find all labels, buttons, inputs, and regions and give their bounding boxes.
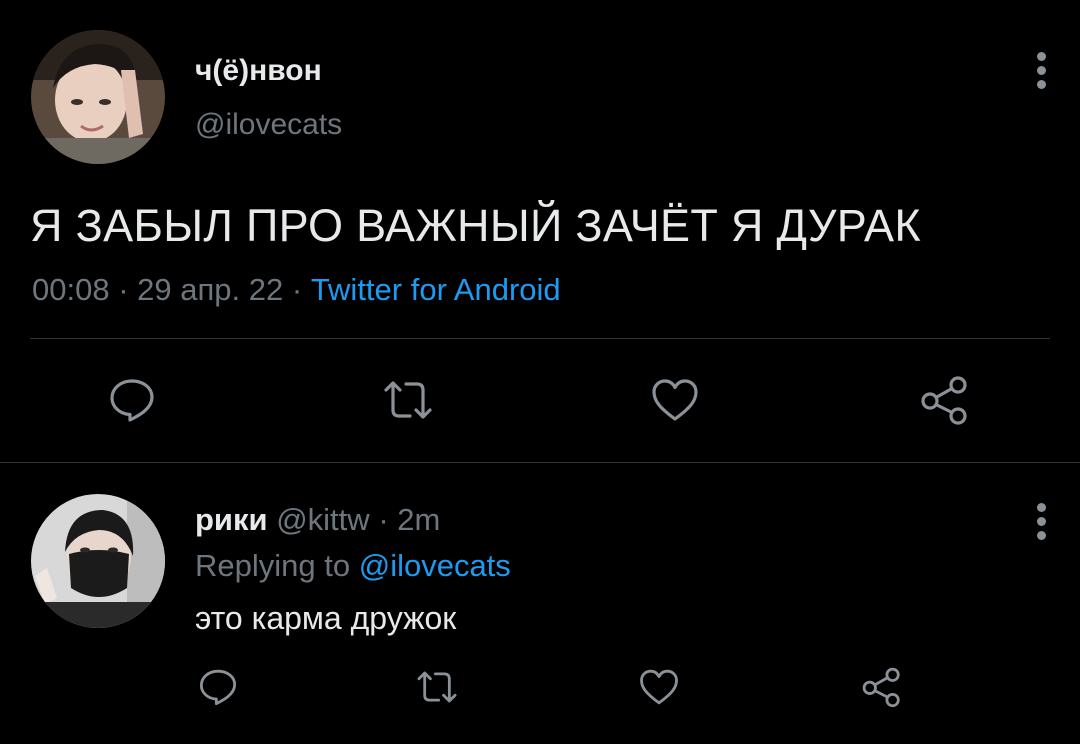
tweet-source-link[interactable]: Twitter for Android — [311, 272, 561, 307]
retweet-icon — [417, 671, 457, 703]
reply-retweet-button[interactable] — [414, 667, 460, 707]
reply-button[interactable] — [108, 376, 156, 424]
tweet-text: Я ЗАБЫЛ ПРО ВАЖНЫЙ ЗАЧЁТ Я ДУРАК — [30, 200, 921, 251]
reply-author-avatar[interactable] — [31, 494, 165, 628]
tweet-metadata: 00:08 · 29 апр. 22 · Twitter for Android — [32, 272, 561, 308]
replying-to: Replying to @ilovecats — [195, 548, 511, 584]
tweet-time: 00:08 — [32, 272, 110, 307]
share-icon — [862, 667, 900, 708]
share-button[interactable] — [918, 374, 972, 426]
reply-author-display-name[interactable]: рики — [195, 502, 268, 537]
replying-prefix: Replying to — [195, 548, 351, 583]
reply-author-handle[interactable]: @kittw — [276, 502, 369, 537]
meta-separator: · — [291, 272, 303, 307]
tweet-date: 29 апр. 22 — [137, 272, 284, 307]
replying-to-mention-link[interactable]: @ilovecats — [359, 548, 511, 583]
reply-like-button[interactable] — [638, 667, 680, 707]
reply-icon — [199, 669, 237, 706]
reply-header: рики @kittw · 2m — [195, 502, 440, 538]
reply-tweet: рики @kittw · 2m Replying to @ilovecats … — [0, 463, 1080, 744]
reply-more-options-icon[interactable] — [1035, 503, 1047, 545]
reply-reply-button[interactable] — [198, 667, 238, 707]
like-button[interactable] — [650, 376, 700, 424]
like-icon — [652, 379, 698, 421]
like-icon — [640, 669, 678, 705]
more-options-icon[interactable] — [1035, 52, 1047, 94]
reply-icon — [110, 379, 154, 422]
divider — [30, 338, 1050, 339]
share-icon — [921, 376, 967, 425]
retweet-icon — [384, 381, 432, 419]
reply-text: это карма дружок — [195, 600, 457, 636]
meta-separator: · — [118, 272, 129, 307]
author-display-name[interactable]: ч(ё)нвон — [195, 54, 322, 88]
meta-separator: · — [378, 502, 389, 537]
reply-timestamp[interactable]: 2m — [397, 502, 440, 537]
retweet-button[interactable] — [380, 376, 436, 424]
reply-share-button[interactable] — [860, 665, 904, 709]
author-handle[interactable]: @ilovecats — [195, 108, 342, 142]
author-avatar[interactable] — [31, 30, 165, 164]
main-tweet: ч(ё)нвон @ilovecats Я ЗАБЫЛ ПРО ВАЖНЫЙ З… — [0, 0, 1080, 462]
